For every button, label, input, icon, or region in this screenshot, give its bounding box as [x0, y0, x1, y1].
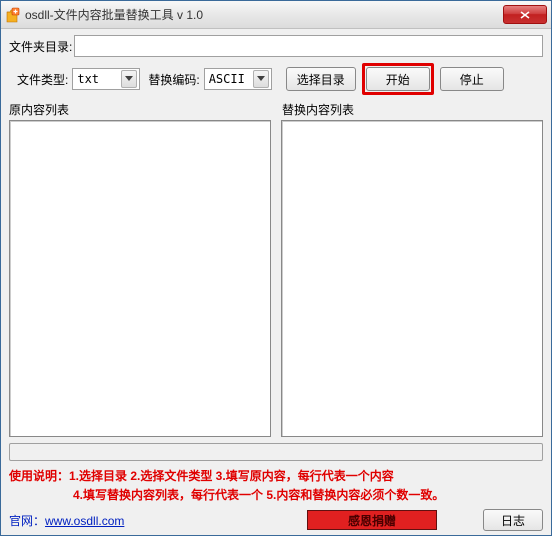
dir-row: 文件夹目录: — [9, 35, 543, 57]
log-button[interactable]: 日志 — [483, 509, 543, 531]
orig-list[interactable] — [9, 120, 271, 437]
dir-label: 文件夹目录: — [9, 38, 72, 55]
instructions-line2: 4.填写替换内容列表，每行代表一个 5.内容和替换内容必须个数一致。 — [9, 486, 543, 505]
chevron-down-icon — [253, 70, 269, 88]
close-button[interactable] — [503, 5, 547, 24]
instructions-line1: 使用说明：1.选择目录 2.选择文件类型 3.填写原内容，每行代表一个内容 — [9, 469, 394, 483]
encoding-value: ASCII — [209, 72, 253, 86]
app-icon — [5, 7, 21, 23]
client-area: 文件夹目录: 文件类型: txt 替换编码: ASCII 选择目录 开始 — [1, 29, 551, 535]
lists-container — [9, 120, 543, 437]
donate-button[interactable]: 感恩捐赠 — [307, 510, 437, 530]
site-info: 官网：www.osdll.com — [9, 512, 124, 529]
bottom-row: 官网：www.osdll.com 感恩捐赠 日志 — [9, 509, 543, 531]
instructions: 使用说明：1.选择目录 2.选择文件类型 3.填写原内容，每行代表一个内容 4.… — [9, 465, 543, 507]
start-highlight: 开始 — [362, 63, 434, 95]
orig-list-label: 原内容列表 — [9, 101, 270, 118]
footer: 使用说明：1.选择目录 2.选择文件类型 3.填写原内容，每行代表一个内容 4.… — [9, 443, 543, 531]
chevron-down-icon — [121, 70, 137, 88]
encoding-combo[interactable]: ASCII — [204, 68, 272, 90]
choose-dir-button[interactable]: 选择目录 — [286, 67, 356, 91]
progress-bar — [9, 443, 543, 461]
filetype-value: txt — [77, 72, 121, 86]
dir-input[interactable] — [74, 35, 543, 57]
window-title: osdll-文件内容批量替换工具 v 1.0 — [25, 6, 503, 23]
options-row: 文件类型: txt 替换编码: ASCII 选择目录 开始 停止 — [9, 63, 543, 95]
repl-list[interactable] — [281, 120, 543, 437]
filetype-label: 文件类型: — [17, 71, 68, 88]
filetype-combo[interactable]: txt — [72, 68, 140, 90]
repl-list-label: 替换内容列表 — [282, 101, 543, 118]
app-window: osdll-文件内容批量替换工具 v 1.0 文件夹目录: 文件类型: txt … — [0, 0, 552, 536]
start-button[interactable]: 开始 — [366, 67, 430, 91]
list-headers: 原内容列表 替换内容列表 — [9, 101, 543, 118]
encoding-label: 替换编码: — [148, 71, 199, 88]
site-label: 官网： — [9, 514, 45, 528]
titlebar[interactable]: osdll-文件内容批量替换工具 v 1.0 — [1, 1, 551, 29]
site-link[interactable]: www.osdll.com — [45, 514, 124, 528]
stop-button[interactable]: 停止 — [440, 67, 504, 91]
